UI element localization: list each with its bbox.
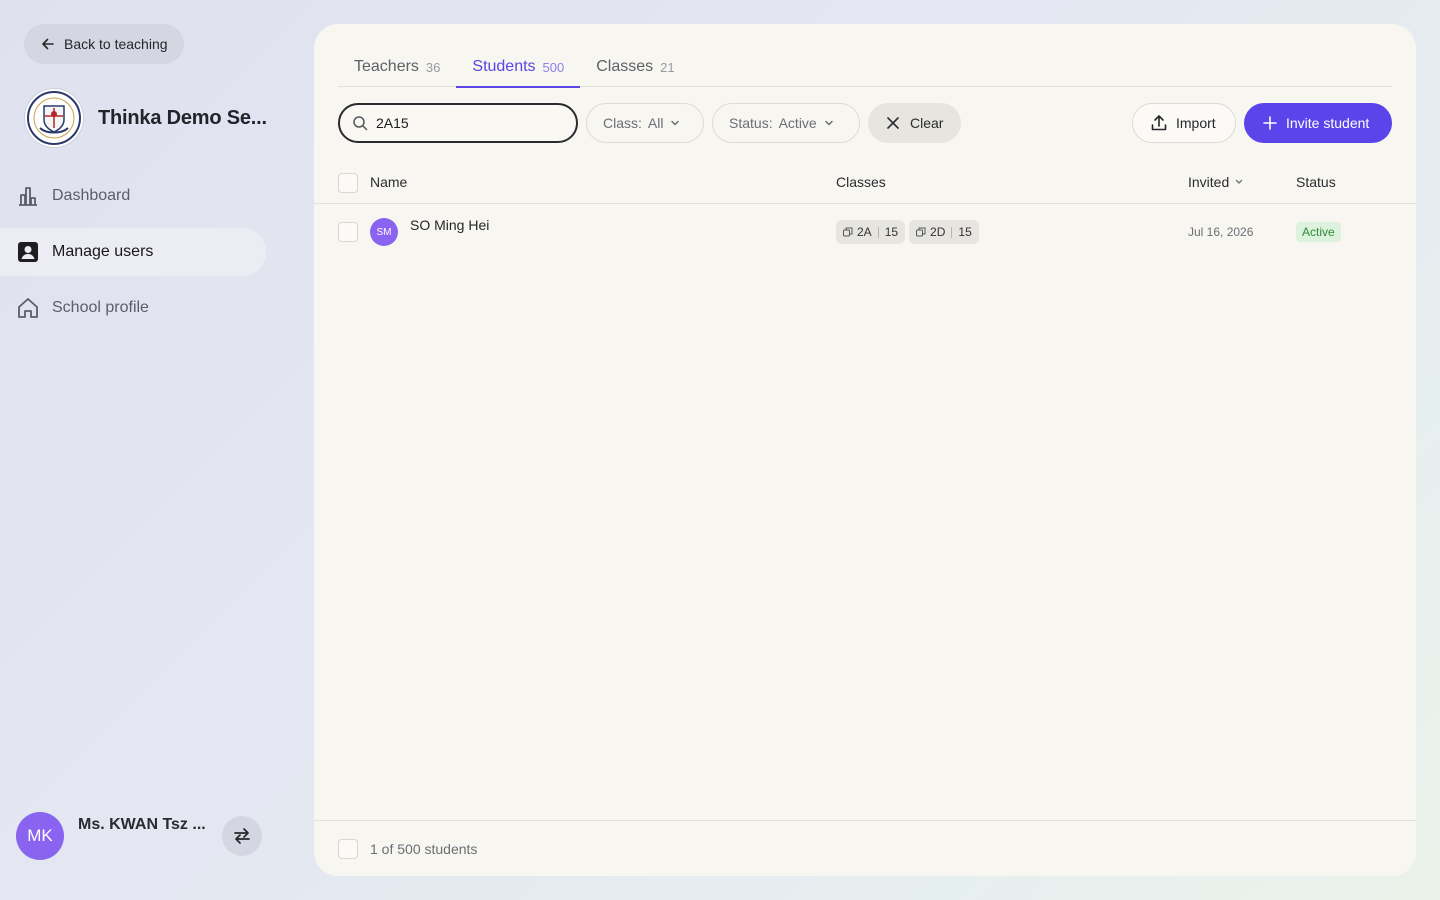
chip-class: 2D bbox=[930, 225, 946, 239]
tab-label: Classes bbox=[596, 58, 654, 75]
avatar: SM bbox=[370, 218, 398, 246]
chip-divider bbox=[951, 226, 953, 238]
user-card-icon bbox=[16, 240, 40, 264]
tab-teachers[interactable]: Teachers 36 bbox=[338, 46, 456, 87]
invite-label: Invite student bbox=[1286, 115, 1370, 131]
avatar: MK bbox=[16, 812, 64, 860]
column-label: Classes bbox=[836, 174, 886, 190]
back-to-teaching-label: Back to teaching bbox=[64, 36, 168, 52]
status-badge: Active bbox=[1296, 222, 1341, 242]
class-chips: 2A 15 2D 15 bbox=[836, 220, 979, 244]
plus-icon bbox=[1262, 115, 1278, 131]
column-label: Name bbox=[370, 174, 408, 190]
chip-number: 15 bbox=[958, 225, 972, 239]
class-filter-value: All bbox=[647, 115, 664, 131]
sidebar-item-label: Dashboard bbox=[52, 187, 131, 204]
tab-count: 36 bbox=[425, 60, 441, 75]
school-name: Thinka Demo Se... bbox=[98, 106, 267, 129]
status-filter-value: Active bbox=[778, 115, 817, 131]
table-header: Name Classes Invited Status bbox=[314, 163, 1416, 204]
clear-label: Clear bbox=[910, 115, 944, 131]
result-count: 1 of 500 students bbox=[370, 841, 478, 857]
sidebar-item-label: Manage users bbox=[52, 243, 154, 260]
sidebar-item-manage-users[interactable]: Manage users bbox=[0, 228, 266, 276]
student-name[interactable]: SO Ming Hei bbox=[410, 217, 489, 233]
invite-student-button[interactable]: Invite student bbox=[1244, 103, 1392, 143]
upload-icon bbox=[1150, 114, 1168, 132]
class-filter-dropdown[interactable]: Class: All bbox=[586, 103, 704, 143]
search-icon bbox=[352, 115, 368, 131]
sidebar-item-dashboard[interactable]: Dashboard bbox=[0, 172, 266, 220]
column-label: Status bbox=[1296, 174, 1336, 190]
import-label: Import bbox=[1176, 115, 1216, 131]
column-header-status: Status bbox=[1296, 174, 1336, 190]
chip-number: 15 bbox=[884, 225, 899, 239]
class-filter-label: Class: bbox=[603, 115, 642, 131]
close-icon bbox=[886, 116, 900, 130]
search-box[interactable] bbox=[338, 103, 578, 143]
column-label: Invited bbox=[1188, 174, 1230, 190]
chip-class: 2A bbox=[857, 225, 872, 239]
tab-students[interactable]: Students 500 bbox=[456, 46, 581, 88]
sidebar: Back to teaching Thinka Demo Se... Dashb… bbox=[0, 0, 290, 900]
select-all-checkbox[interactable] bbox=[338, 173, 358, 193]
current-user[interactable]: MK Ms. KWAN Tsz ... bbox=[16, 812, 206, 860]
clear-filters-button[interactable]: Clear bbox=[868, 103, 961, 143]
tab-classes[interactable]: Classes 21 bbox=[580, 46, 690, 87]
table-footer: 1 of 500 students bbox=[314, 820, 1416, 876]
sidebar-item-label: School profile bbox=[52, 299, 149, 316]
sidebar-item-school-profile[interactable]: School profile bbox=[0, 284, 266, 332]
search-input[interactable] bbox=[376, 115, 556, 131]
switch-account-button[interactable] bbox=[222, 816, 262, 856]
user-name: Ms. KWAN Tsz ... bbox=[78, 816, 206, 833]
sidebar-nav: Dashboard Manage users School profile bbox=[0, 172, 266, 340]
swap-arrows-icon bbox=[232, 826, 252, 846]
toolbar: Class: All Status: Active Clear Import bbox=[338, 103, 1392, 143]
tab-label: Teachers bbox=[354, 58, 419, 75]
status-filter-label: Status: bbox=[729, 115, 773, 131]
copy-icon bbox=[916, 227, 926, 237]
home-icon bbox=[16, 296, 40, 320]
school-header: Thinka Demo Se... bbox=[24, 88, 267, 148]
class-chip: 2A 15 bbox=[836, 220, 906, 244]
user-type-tabs: Teachers 36 Students 500 Classes 21 bbox=[338, 46, 1392, 88]
arrow-left-icon bbox=[40, 36, 56, 52]
tab-count: 500 bbox=[542, 60, 565, 75]
bar-chart-icon bbox=[16, 184, 40, 208]
column-header-classes: Classes bbox=[836, 174, 886, 190]
tab-label: Students bbox=[472, 58, 536, 75]
row-checkbox[interactable] bbox=[338, 222, 358, 242]
school-logo bbox=[24, 88, 84, 148]
main-panel: Teachers 36 Students 500 Classes 21 Clas… bbox=[314, 24, 1416, 876]
class-chip: 2D 15 bbox=[909, 220, 979, 244]
footer-select-checkbox[interactable] bbox=[338, 839, 358, 859]
tab-count: 21 bbox=[660, 60, 675, 75]
invited-date: Jul 16, 2026 bbox=[1188, 225, 1254, 239]
back-to-teaching-button[interactable]: Back to teaching bbox=[24, 24, 184, 64]
chevron-down-icon bbox=[1234, 177, 1244, 187]
chevron-down-icon bbox=[669, 117, 681, 129]
column-header-name[interactable]: Name bbox=[370, 174, 407, 190]
import-button[interactable]: Import bbox=[1132, 103, 1236, 143]
status-filter-dropdown[interactable]: Status: Active bbox=[712, 103, 860, 143]
table-row[interactable]: SM SO Ming Hei 2A 15 2D 15 Jul 16, 2026 … bbox=[314, 205, 1416, 259]
column-header-invited[interactable]: Invited bbox=[1188, 174, 1244, 190]
chevron-down-icon bbox=[823, 117, 835, 129]
chip-divider bbox=[877, 226, 879, 238]
copy-icon bbox=[843, 227, 853, 237]
